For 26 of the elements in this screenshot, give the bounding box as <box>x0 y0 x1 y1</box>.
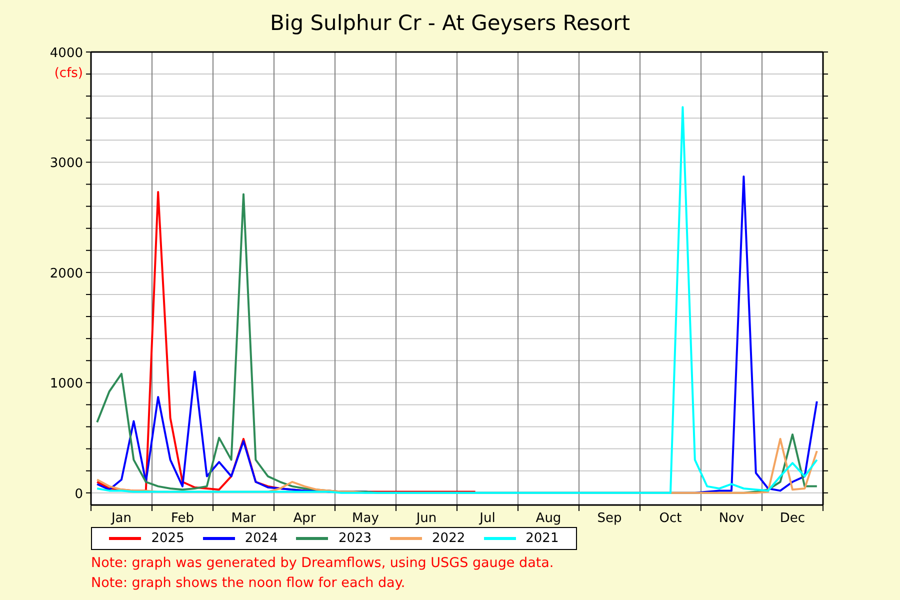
month-label: Jan <box>111 511 132 526</box>
legend-label: 2025 <box>151 531 184 546</box>
month-label: Sep <box>597 511 622 526</box>
note-text: Note: graph was generated by Dreamflows, using USGS gauge data. <box>91 554 555 572</box>
y-axis-unit: (cfs) <box>54 66 83 81</box>
legend-label: 2021 <box>526 531 559 546</box>
note-text: Note: graph shows the noon flow for each day. <box>91 574 406 592</box>
month-label: Nov <box>718 511 744 526</box>
month-label: Aug <box>536 511 562 526</box>
y-tick-label: 1000 <box>50 376 83 392</box>
month-label: Mar <box>231 511 256 526</box>
legend-label: 2022 <box>432 531 466 546</box>
month-label: Dec <box>780 511 806 526</box>
month-label: Feb <box>170 511 194 526</box>
chart-title: Big Sulphur Cr - At Geysers Resort <box>270 10 630 34</box>
y-tick-label: 0 <box>74 486 83 502</box>
month-label: Jun <box>416 511 437 526</box>
y-tick-label: 4000 <box>50 46 83 61</box>
month-label: Apr <box>293 511 316 526</box>
y-tick-label: 2000 <box>50 266 83 282</box>
month-label: May <box>352 511 379 526</box>
legend-label: 2023 <box>338 531 372 546</box>
legend-label: 2024 <box>244 531 278 546</box>
month-label: Oct <box>659 511 682 526</box>
month-label: Jul <box>480 511 496 526</box>
y-tick-label: 3000 <box>50 156 83 172</box>
